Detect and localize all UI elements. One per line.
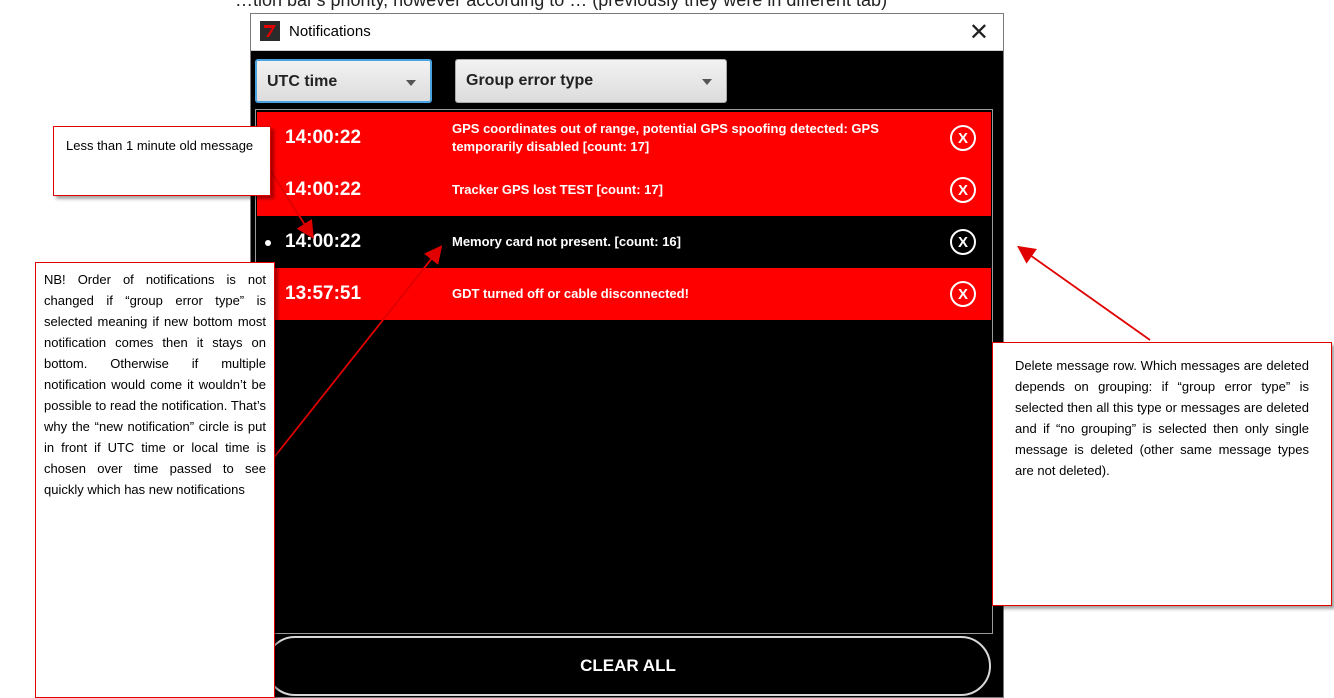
notification-time: 14:00:22: [285, 127, 362, 148]
grouping-label: Group error type: [466, 72, 594, 89]
grouping-dropdown[interactable]: Group error type: [455, 59, 727, 103]
notification-list[interactable]: 14:00:22 GPS coordinates out of range, p…: [255, 109, 993, 634]
annotation-new-message: Less than 1 minute old message: [53, 126, 271, 196]
notification-message: GDT turned off or cable disconnected!: [452, 286, 689, 301]
new-notification-dot-icon: [265, 240, 271, 246]
notification-row: 13:57:51 GDT turned off or cable disconn…: [257, 268, 991, 320]
notification-row: 14:00:22 GPS coordinates out of range, p…: [257, 112, 991, 164]
chevron-down-icon: [406, 80, 416, 86]
clear-all-button[interactable]: CLEAR ALL: [265, 636, 991, 696]
annotation-order-note: NB! Order of notifications is not change…: [35, 262, 275, 698]
notification-row: 14:00:22 Tracker GPS lost TEST [count: 1…: [257, 164, 991, 216]
notification-message: Memory card not present. [count: 16]: [452, 234, 681, 249]
notification-row: 14:00:22 Memory card not present. [count…: [257, 216, 991, 268]
app-logo-icon: [260, 21, 280, 41]
delete-row-button[interactable]: X: [950, 125, 976, 151]
window-title: Notifications: [289, 23, 371, 40]
notification-time: 13:57:51: [285, 283, 362, 304]
notification-time: 14:00:22: [285, 179, 362, 200]
notifications-window: Notifications ✕ UTC time Group error typ…: [250, 13, 1004, 698]
close-icon[interactable]: ✕: [969, 18, 989, 46]
annotation-delete-note: Delete message row. Which messages are d…: [992, 342, 1332, 606]
delete-row-button[interactable]: X: [950, 177, 976, 203]
time-mode-dropdown[interactable]: UTC time: [255, 59, 432, 103]
notification-message: Tracker GPS lost TEST [count: 17]: [452, 182, 663, 197]
chevron-down-icon: [702, 79, 712, 85]
notification-message: GPS coordinates out of range, potential …: [452, 121, 879, 154]
delete-row-button[interactable]: X: [950, 281, 976, 307]
title-bar: Notifications ✕: [251, 14, 1003, 51]
delete-row-button[interactable]: X: [950, 229, 976, 255]
notification-time: 14:00:22: [285, 231, 362, 252]
arrow-delete-note: [1017, 245, 1151, 341]
time-mode-label: UTC time: [267, 73, 338, 90]
top-caption: …tion bar's priority, however according …: [235, 0, 888, 10]
